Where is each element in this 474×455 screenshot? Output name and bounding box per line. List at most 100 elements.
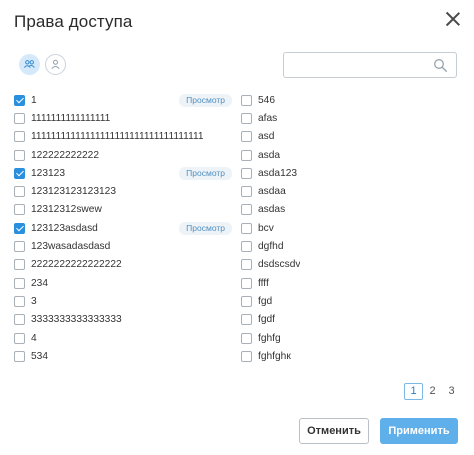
permission-badge[interactable]: Просмотр [179, 94, 232, 107]
list-item[interactable]: 534 [14, 347, 236, 365]
checkbox[interactable] [14, 167, 25, 179]
list-item[interactable]: 4 [14, 329, 236, 347]
checkbox[interactable] [241, 277, 252, 289]
list-item[interactable]: asdas [241, 201, 461, 219]
checkbox[interactable] [14, 350, 25, 362]
checkbox[interactable] [241, 241, 252, 253]
list-item[interactable]: 1 Просмотр [14, 91, 236, 109]
list-item[interactable]: 123123 Просмотр [14, 164, 236, 182]
checkbox[interactable] [241, 149, 252, 161]
list-item-label: fgdf [258, 314, 275, 326]
list-item-label: dsdscsdv [258, 259, 301, 271]
list-item[interactable]: fgd [241, 292, 461, 310]
dialog-title: Права доступа [14, 12, 133, 31]
checkbox[interactable] [14, 222, 25, 234]
left-user-list: 1 Просмотр 1111111111111111 111111111111111… [14, 91, 236, 365]
page-link-1[interactable]: 1 [404, 383, 423, 400]
list-item[interactable]: ffff [241, 274, 461, 292]
checkbox[interactable] [241, 295, 252, 307]
list-item-label: asda [258, 149, 281, 161]
checkbox[interactable] [14, 332, 25, 344]
close-icon[interactable] [441, 8, 465, 32]
list-item-label: 123123 [31, 167, 65, 179]
list-item-label: 11111111111111111111111111111111111 [31, 131, 204, 143]
list-item[interactable]: dsdscsdv [241, 256, 461, 274]
checkbox[interactable] [14, 204, 25, 216]
list-item-label: 1111111111111111 [31, 112, 111, 124]
list-item[interactable]: asd [241, 128, 461, 146]
list-item[interactable]: dgfhd [241, 237, 461, 255]
permission-badge[interactable]: Просмотр [179, 167, 232, 181]
list-item[interactable]: 11111111111111111111111111111111111 [14, 128, 236, 146]
search-input[interactable] [284, 53, 424, 77]
list-item[interactable]: fghfghк [241, 347, 461, 365]
list-item-label: asda123 [258, 167, 298, 179]
list-item[interactable]: asda123 [241, 164, 461, 182]
checkbox[interactable] [14, 259, 25, 271]
list-item-label: asd [258, 131, 275, 143]
list-item-label: 123123123123123 [31, 186, 116, 198]
list-item[interactable]: 234 [14, 274, 236, 292]
checkbox[interactable] [14, 314, 25, 326]
checkbox[interactable] [14, 186, 25, 198]
apply-button[interactable]: Применить [380, 418, 458, 444]
list-item-label: asdas [258, 204, 286, 216]
list-item[interactable]: asdaa [241, 182, 461, 200]
list-item[interactable]: 12312312swew [14, 201, 236, 219]
checkbox[interactable] [14, 295, 25, 307]
checkbox[interactable] [241, 131, 252, 143]
user-mode-button[interactable] [45, 54, 66, 75]
list-item-label: 123wasadasdasd [31, 241, 111, 253]
cancel-button[interactable]: Отменить [299, 418, 369, 444]
list-item-label: fghfg [258, 332, 281, 344]
page-link-3[interactable]: 3 [442, 383, 461, 400]
checkbox[interactable] [241, 204, 252, 216]
checkbox[interactable] [241, 314, 252, 326]
checkbox[interactable] [241, 350, 252, 362]
checkbox[interactable] [14, 149, 25, 161]
checkbox[interactable] [241, 186, 252, 198]
checkbox[interactable] [241, 222, 252, 234]
list-item-label: 122222222222 [31, 149, 99, 161]
checkbox[interactable] [14, 277, 25, 289]
checkbox[interactable] [14, 241, 25, 253]
list-item[interactable]: fgdf [241, 311, 461, 329]
list-item-label: asdaa [258, 186, 286, 198]
search-icon[interactable] [433, 58, 448, 73]
list-item[interactable]: 123123asdasd Просмотр [14, 219, 236, 237]
list-item-label: fghfghк [258, 350, 291, 362]
list-item-label: afas [258, 112, 278, 124]
list-item[interactable]: 123123123123123 [14, 182, 236, 200]
list-item[interactable]: 3333333333333333 [14, 311, 236, 329]
checkbox[interactable] [14, 112, 25, 124]
list-item[interactable]: 2222222222222222 [14, 256, 236, 274]
checkbox[interactable] [241, 112, 252, 124]
checkbox[interactable] [14, 94, 25, 106]
list-item[interactable]: fghfg [241, 329, 461, 347]
page-link-2[interactable]: 2 [423, 383, 442, 400]
list-item[interactable]: 122222222222 [14, 146, 236, 164]
list-item[interactable]: bcv [241, 219, 461, 237]
checkbox[interactable] [241, 167, 252, 179]
checkbox[interactable] [241, 332, 252, 344]
list-item-label: 546 [258, 94, 275, 106]
list-item[interactable]: 1111111111111111 [14, 109, 236, 127]
list-item[interactable]: afas [241, 109, 461, 127]
right-user-list: 546 afas asd asda asda123 asdaa asdas bcv dgfhd d… [241, 91, 461, 365]
list-item-label: 12312312swew [31, 204, 102, 216]
access-rights-dialog: Права доступа 1 Просмотр 1111111111111111 1… [0, 0, 474, 455]
single-user-icon [51, 59, 60, 70]
list-item[interactable]: 3 [14, 292, 236, 310]
list-item-label: 534 [31, 350, 48, 362]
list-item[interactable]: 546 [241, 91, 461, 109]
group-mode-button[interactable] [19, 54, 40, 75]
list-item[interactable]: 123wasadasdasd [14, 237, 236, 255]
list-item-label: 1 [31, 94, 37, 106]
checkbox[interactable] [241, 94, 252, 106]
list-item-label: fgd [258, 295, 273, 307]
list-item[interactable]: asda [241, 146, 461, 164]
search-box [283, 52, 457, 78]
checkbox[interactable] [241, 259, 252, 271]
checkbox[interactable] [14, 131, 25, 143]
permission-badge[interactable]: Просмотр [179, 222, 232, 236]
